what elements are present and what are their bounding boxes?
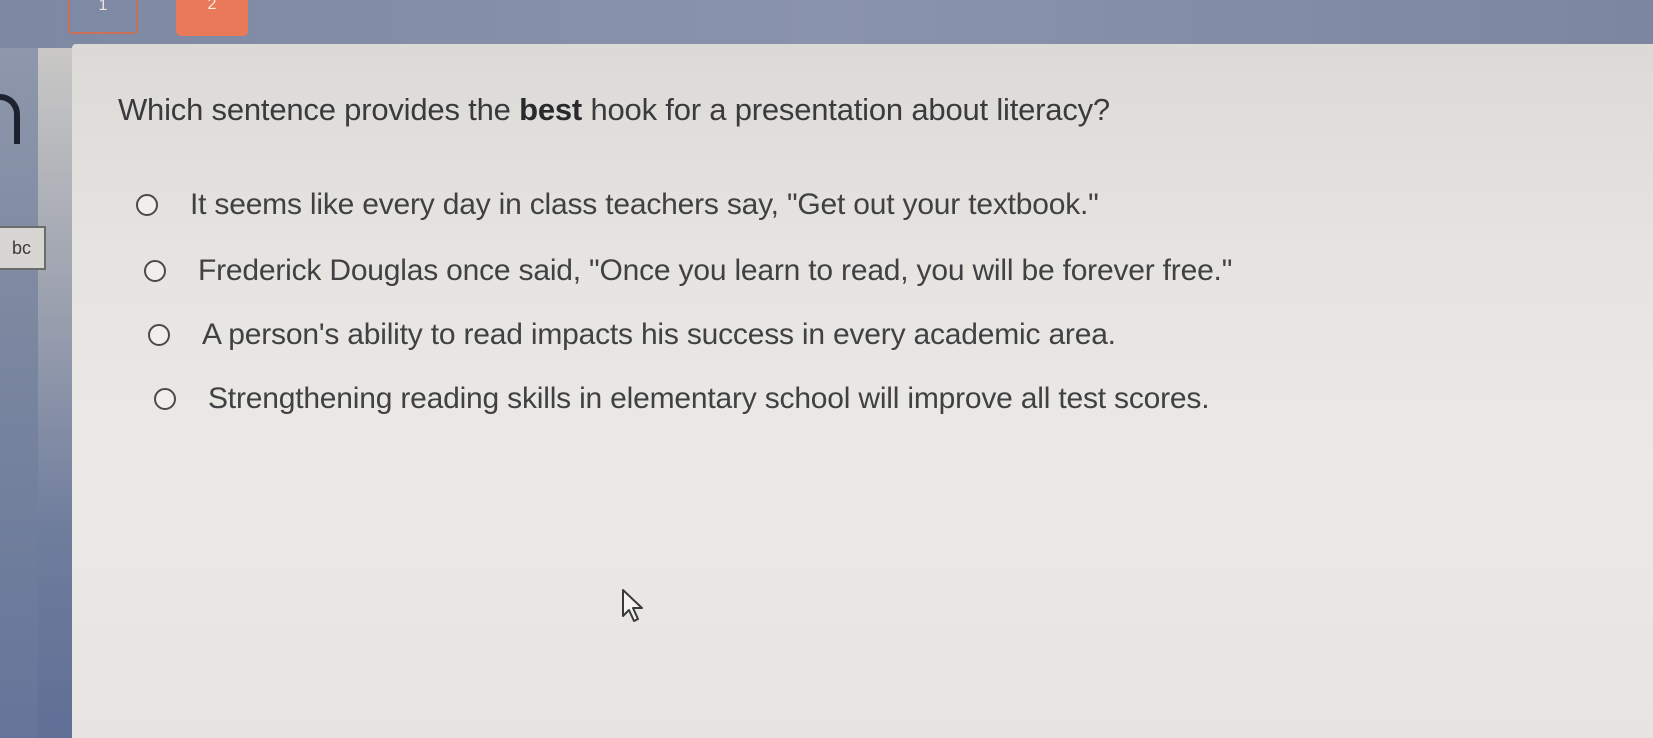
mouse-cursor-icon [622,589,643,622]
question-tab-1[interactable]: 1 [68,0,138,34]
question-prefix: Which sentence provides the [118,92,520,127]
abc-tool-button[interactable]: bc [0,226,46,270]
answer-option-3-label: A person's ability to read impacts his s… [202,318,1116,351]
question-tab-1-label: 1 [98,0,108,14]
question-tab-2[interactable]: 2 [176,0,248,36]
answer-option-1[interactable]: It seems like every day in class teacher… [136,188,1099,222]
radio-button-3[interactable] [148,324,170,346]
question-prompt: Which sentence provides the best hook fo… [118,92,1110,128]
abc-tool-label: bc [12,238,32,258]
question-tab-2-label: 2 [207,0,217,13]
question-emphasis: best [519,92,583,127]
answer-option-3[interactable]: A person's ability to read impacts his s… [148,318,1116,352]
radio-button-4[interactable] [154,388,176,410]
radio-button-1[interactable] [136,194,158,216]
answer-option-4-label: Strengthening reading skills in elementa… [208,382,1210,415]
answer-option-2-label: Frederick Douglas once said, "Once you l… [198,254,1233,287]
answer-option-4[interactable]: Strengthening reading skills in elementa… [154,382,1210,416]
answer-option-2[interactable]: Frederick Douglas once said, "Once you l… [144,254,1232,288]
answer-option-1-label: It seems like every day in class teacher… [190,188,1099,221]
radio-button-2[interactable] [144,260,166,282]
question-suffix: hook for a presentation about literacy? [582,92,1110,127]
top-navigation-bar: 1 2 [0,0,1653,48]
